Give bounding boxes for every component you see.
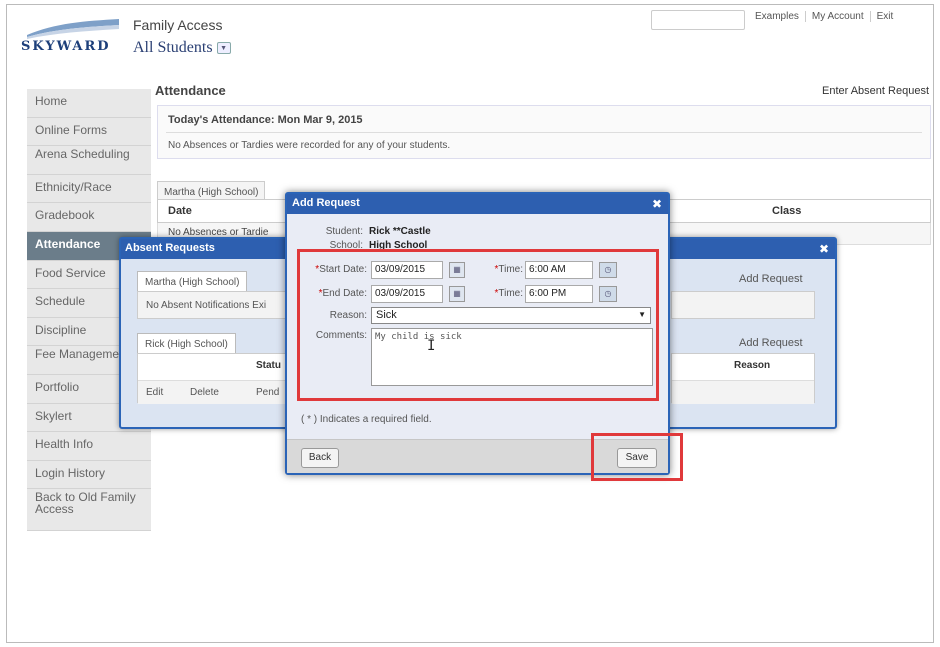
tab-martha-absent[interactable]: Martha (High School) xyxy=(137,271,248,293)
martha-absent-panel: No Absent Notifications Exi xyxy=(137,291,287,319)
top-search-input[interactable] xyxy=(651,10,745,30)
table-row: Edit Delete Pend xyxy=(138,380,286,404)
top-links: Examples My Account Exit xyxy=(749,11,900,22)
column-status: Statu xyxy=(256,360,281,371)
edit-link[interactable]: Edit xyxy=(146,387,163,398)
tab-rick-absent[interactable]: Rick (High School) xyxy=(137,333,236,355)
rick-requests-table: Statu Edit Delete Pend xyxy=(137,353,287,404)
delete-link[interactable]: Delete xyxy=(190,387,219,398)
sidebar-item-ethnicity-race[interactable]: Ethnicity/Race xyxy=(27,174,151,204)
sidebar-item-online-forms[interactable]: Online Forms xyxy=(27,117,151,147)
martha-absent-panel-right xyxy=(671,291,815,319)
student-value: Rick **Castle xyxy=(369,226,431,237)
todays-attendance-title: Today's Attendance: Mon Mar 9, 2015 xyxy=(168,114,363,126)
todays-attendance-panel: Today's Attendance: Mon Mar 9, 2015 No A… xyxy=(157,105,931,159)
student-label: Student: xyxy=(325,226,363,237)
sidebar-item-back-to-old[interactable]: Back to Old Family Access xyxy=(27,489,151,532)
required-field-note: ( * ) Indicates a required field. xyxy=(301,414,432,425)
back-button[interactable]: Back xyxy=(301,448,339,468)
column-class[interactable]: Class xyxy=(772,205,801,217)
skyward-logo: SKYWARD xyxy=(21,17,125,57)
sidebar-item-gradebook[interactable]: Gradebook xyxy=(27,203,151,232)
app-title: Family Access xyxy=(133,17,223,33)
column-reason: Reason xyxy=(734,360,771,371)
status-value: Pend xyxy=(256,387,280,398)
todays-attendance-message: No Absences or Tardies were recorded for… xyxy=(168,140,451,151)
highlight-save-button xyxy=(591,433,683,481)
browser-frame: SKYWARD Family Access All Students ▼ Exam… xyxy=(6,4,934,643)
examples-link[interactable]: Examples xyxy=(749,11,805,22)
close-icon[interactable]: ✖ xyxy=(819,242,829,256)
sidebar-item-home[interactable]: Home xyxy=(27,89,151,118)
martha-absent-message: No Absent Notifications Exi xyxy=(146,300,267,311)
highlight-form-fields xyxy=(297,249,659,401)
rick-requests-table-right: Reason xyxy=(671,353,815,404)
logo-swoosh-icon xyxy=(27,19,119,39)
sidebar-item-health-info[interactable]: Health Info xyxy=(27,432,151,461)
my-account-link[interactable]: My Account xyxy=(804,11,870,22)
add-request-link[interactable]: Add Request xyxy=(739,273,803,285)
exit-link[interactable]: Exit xyxy=(869,11,900,22)
add-request-title: Add Request xyxy=(287,194,668,214)
student-select-label: All Students xyxy=(133,39,213,56)
logo-text: SKYWARD xyxy=(21,39,111,54)
sidebar-item-arena-scheduling[interactable]: Arena Scheduling xyxy=(27,146,151,175)
chevron-down-icon[interactable]: ▼ xyxy=(216,42,231,55)
divider xyxy=(166,132,922,133)
column-date[interactable]: Date xyxy=(168,205,192,217)
enter-absent-request-link[interactable]: Enter Absent Request xyxy=(822,85,929,97)
student-select[interactable]: All Students ▼ xyxy=(133,39,231,57)
add-request-link-2[interactable]: Add Request xyxy=(739,337,803,349)
page-title: Attendance xyxy=(155,83,226,98)
table-row xyxy=(672,380,814,404)
close-icon[interactable]: ✖ xyxy=(652,197,662,211)
sidebar-item-login-history[interactable]: Login History xyxy=(27,460,151,490)
text-cursor-icon: I xyxy=(427,338,436,354)
